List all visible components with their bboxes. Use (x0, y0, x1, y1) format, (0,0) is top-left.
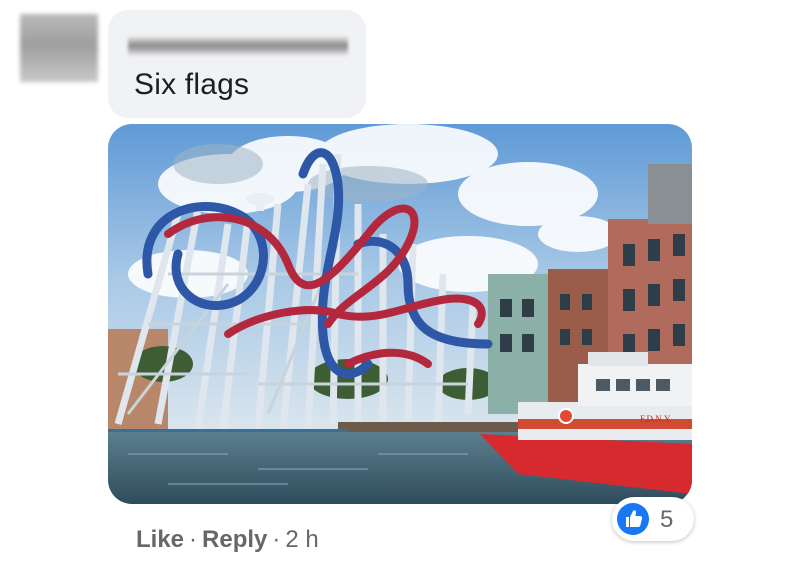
dock (338, 422, 538, 432)
separator-dot: · (272, 526, 281, 553)
separator-dot: · (189, 526, 198, 553)
comment-actions: Like · Reply · 2 h (136, 526, 319, 554)
boat-label: F.D.N.Y. (640, 414, 672, 424)
comment-bubble: Six flags (108, 10, 366, 118)
comment-photo[interactable]: F.D.N.Y. (108, 124, 692, 504)
avatar[interactable] (20, 14, 98, 82)
reaction-summary[interactable]: 5 (612, 497, 694, 541)
like-button[interactable]: Like (136, 526, 184, 553)
like-thumb-icon (617, 503, 649, 535)
timestamp[interactable]: 2 h (285, 526, 318, 553)
reply-button[interactable]: Reply (202, 526, 267, 553)
commenter-name[interactable] (128, 36, 348, 56)
comment-text: Six flags (134, 68, 250, 101)
reaction-count: 5 (660, 506, 674, 533)
